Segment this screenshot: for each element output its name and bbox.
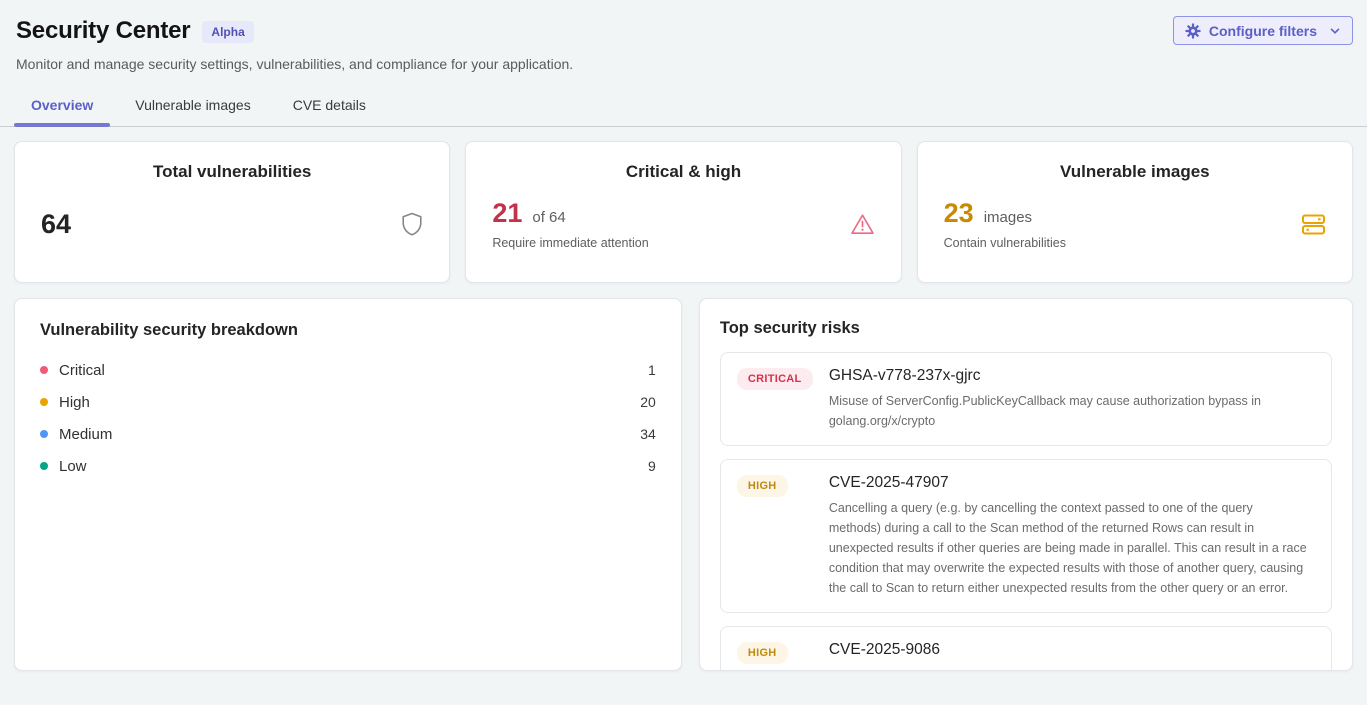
vulnerable-images-value: 23 <box>944 198 974 229</box>
stat-card-vulnerable-images: Vulnerable images 23 images Contain vuln… <box>917 141 1353 283</box>
alpha-badge: Alpha <box>202 21 253 43</box>
severity-badge: CRITICAL <box>737 368 813 390</box>
stat-card-total-vulnerabilities: Total vulnerabilities 64 <box>14 141 450 283</box>
main-content: Total vulnerabilities 64 Critical & high <box>0 127 1367 671</box>
risk-id: GHSA-v778-237x-gjrc <box>829 367 1307 385</box>
risk-id: CVE-2025-47907 <box>829 474 1307 492</box>
stat-card-title: Total vulnerabilities <box>41 162 423 182</box>
breakdown-value: 34 <box>640 426 656 442</box>
stat-card-title: Critical & high <box>492 162 874 182</box>
chevron-down-icon <box>1329 25 1341 37</box>
breakdown-label: Low <box>59 458 87 475</box>
breakdown-list: Critical 1 High 20 Medium 34 Low 9 <box>40 354 656 482</box>
breakdown-row-critical[interactable]: Critical 1 <box>40 354 656 386</box>
severity-badge: HIGH <box>737 642 788 664</box>
risk-item-cve-2025-9086[interactable]: HIGH CVE-2025-9086 <box>720 626 1332 671</box>
top-security-risks-panel: Top security risks CRITICAL GHSA-v778-23… <box>699 298 1353 671</box>
page-title: Security Center <box>16 17 190 45</box>
stat-caption: Require immediate attention <box>492 236 849 250</box>
tab-cve-details[interactable]: CVE details <box>276 88 383 126</box>
warning-triangle-icon <box>850 213 875 236</box>
risks-panel-title: Top security risks <box>720 319 1332 338</box>
stat-card-critical-high: Critical & high 21 of 64 Require immedia… <box>465 141 901 283</box>
page-subtitle: Monitor and manage security settings, vu… <box>16 56 1353 72</box>
breakdown-row-low[interactable]: Low 9 <box>40 450 656 482</box>
low-dot-icon <box>40 462 48 470</box>
breakdown-panel-title: Vulnerability security breakdown <box>40 321 656 340</box>
configure-filters-button[interactable]: Configure filters <box>1173 16 1353 45</box>
risk-item-cve-2025-47907[interactable]: HIGH CVE-2025-47907 Cancelling a query (… <box>720 459 1332 613</box>
page-header: Security Center Alpha <box>0 0 1367 72</box>
risk-description: Cancelling a query (e.g. by cancelling t… <box>829 498 1307 598</box>
breakdown-value: 1 <box>648 362 656 378</box>
breakdown-value: 20 <box>640 394 656 410</box>
risk-item-ghsa-v778-237x-gjrc[interactable]: CRITICAL GHSA-v778-237x-gjrc Misuse of S… <box>720 352 1332 446</box>
severity-badge: HIGH <box>737 475 788 497</box>
vulnerability-breakdown-panel: Vulnerability security breakdown Critica… <box>14 298 682 671</box>
image-layers-icon <box>1301 213 1326 236</box>
risk-list: CRITICAL GHSA-v778-237x-gjrc Misuse of S… <box>720 352 1332 671</box>
stat-caption: Contain vulnerabilities <box>944 236 1301 250</box>
gear-icon <box>1185 23 1201 39</box>
breakdown-value: 9 <box>648 458 656 474</box>
breakdown-label: Medium <box>59 426 112 443</box>
risk-description: Misuse of ServerConfig.PublicKeyCallback… <box>829 391 1307 431</box>
breakdown-label: Critical <box>59 362 105 379</box>
breakdown-label: High <box>59 394 90 411</box>
breakdown-row-medium[interactable]: Medium 34 <box>40 418 656 450</box>
stat-suffix: of 64 <box>532 209 565 226</box>
shield-icon <box>401 212 423 236</box>
configure-filters-label: Configure filters <box>1209 23 1317 39</box>
total-vulnerabilities-value: 64 <box>41 209 71 240</box>
stat-card-row: Total vulnerabilities 64 Critical & high <box>14 141 1353 283</box>
tab-overview[interactable]: Overview <box>14 88 110 126</box>
tab-vulnerable-images[interactable]: Vulnerable images <box>118 88 267 126</box>
critical-high-value: 21 <box>492 198 522 229</box>
stat-suffix: images <box>984 209 1032 226</box>
medium-dot-icon <box>40 430 48 438</box>
risk-id: CVE-2025-9086 <box>829 641 1307 659</box>
critical-dot-icon <box>40 366 48 374</box>
stat-card-title: Vulnerable images <box>944 162 1326 182</box>
tab-bar: Overview Vulnerable images CVE details <box>0 88 1367 127</box>
high-dot-icon <box>40 398 48 406</box>
breakdown-row-high[interactable]: High 20 <box>40 386 656 418</box>
